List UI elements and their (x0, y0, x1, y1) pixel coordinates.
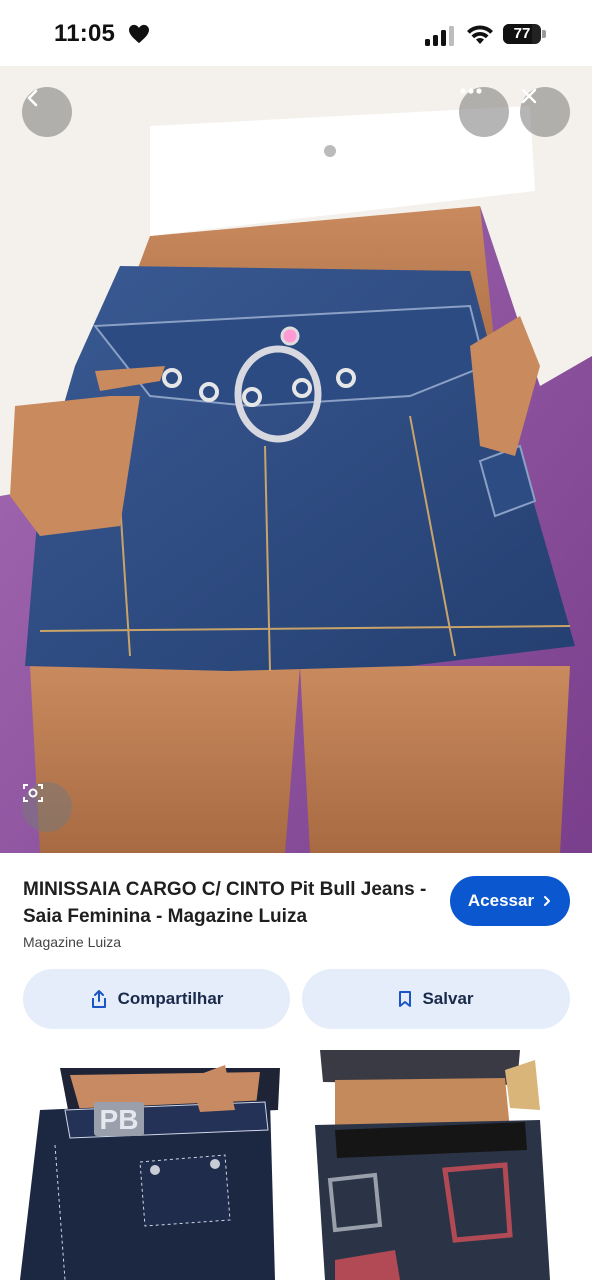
product-image[interactable] (0, 66, 592, 853)
close-icon (521, 88, 537, 104)
more-options-button[interactable] (459, 87, 509, 137)
related-item-1-image: PB (20, 1050, 286, 1280)
arrow-back-icon (27, 89, 38, 107)
share-icon (91, 990, 106, 1008)
visit-button-label: Acessar (467, 891, 535, 910)
visual-search-button[interactable] (22, 782, 72, 832)
back-button[interactable] (22, 87, 72, 137)
heart-icon (129, 24, 149, 44)
visit-button[interactable]: Acessar (450, 876, 570, 926)
product-photo (0, 66, 592, 853)
related-item-1[interactable]: PB (20, 1050, 286, 1280)
battery-cap (542, 30, 546, 38)
close-button[interactable] (520, 87, 570, 137)
signal-icon (425, 26, 454, 46)
save-button[interactable]: Salvar (302, 969, 570, 1029)
status-time: 11:05 (54, 20, 116, 47)
related-item-2-image (305, 1050, 571, 1280)
battery-indicator: 77 (503, 24, 541, 44)
more-horizontal-icon (460, 88, 482, 94)
wifi-icon (467, 25, 493, 44)
status-bar: 11:05 77 (0, 0, 592, 66)
share-button-label: Compartilhar (117, 989, 224, 1008)
save-button-label: Salvar (422, 989, 474, 1008)
logo-plate-text: PB (100, 1104, 139, 1135)
visual-search-icon (23, 784, 43, 802)
product-title[interactable]: MINISSAIA CARGO C/ CINTO Pit Bull Jeans … (23, 876, 433, 930)
battery-percent: 77 (513, 25, 531, 42)
bookmark-icon (399, 991, 412, 1007)
related-item-2[interactable] (305, 1050, 571, 1280)
chevron-right-icon (544, 896, 551, 906)
share-button[interactable]: Compartilhar (23, 969, 290, 1029)
product-source[interactable]: Magazine Luiza (23, 934, 121, 950)
